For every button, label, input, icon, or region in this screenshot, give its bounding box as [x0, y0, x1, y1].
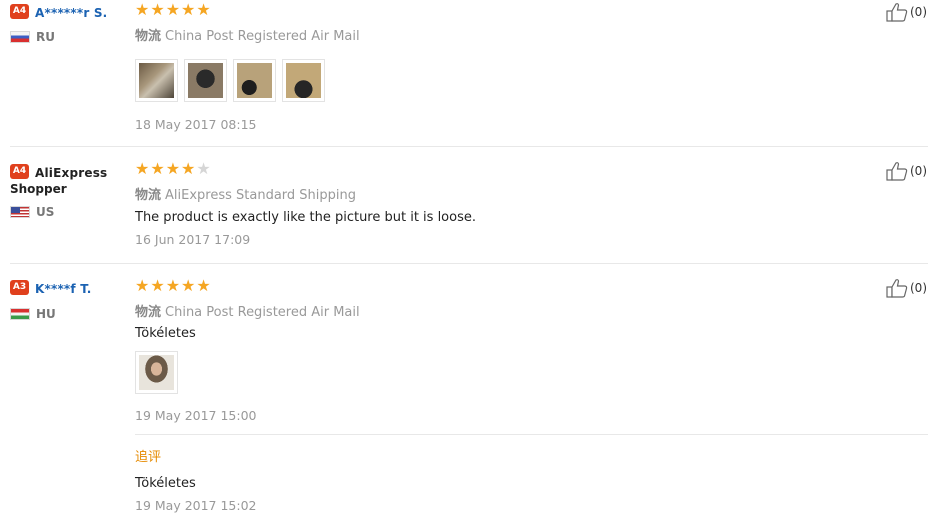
shipping-label: 物流 — [135, 188, 162, 203]
shipping-info: 物流 China Post Registered Air Mail — [135, 25, 835, 44]
thumbs-up-icon — [886, 162, 908, 181]
country-code: US — [36, 205, 55, 219]
country-code: RU — [36, 30, 55, 44]
star-filled-icon: ★ — [165, 159, 181, 178]
shipping-label: 物流 — [135, 29, 162, 44]
followup-review: 追评 Tökéletes 19 May 2017 15:02 — [135, 446, 835, 513]
star-empty-icon: ★ — [196, 159, 211, 178]
followup-divider — [135, 434, 928, 435]
followup-date: 19 May 2017 15:02 — [135, 498, 257, 513]
review-photos — [135, 59, 835, 102]
review-photos — [135, 351, 835, 394]
reviewer-info: A4 A******r S. RU — [10, 2, 128, 44]
star-filled-icon: ★ — [165, 276, 181, 295]
star-filled-icon: ★ — [181, 0, 196, 19]
helpful-button[interactable]: (0) — [886, 161, 927, 181]
star-filled-icon: ★ — [196, 0, 211, 19]
star-rating: ★ ★ ★ ★ ★ — [135, 161, 835, 177]
star-filled-icon: ★ — [196, 276, 211, 295]
helpful-button[interactable]: (0) — [886, 2, 927, 22]
shipping-method: China Post Registered Air Mail — [165, 29, 360, 44]
reviewer-name[interactable]: K****f T. — [35, 282, 92, 296]
shipping-method: AliExpress Standard Shipping — [165, 188, 357, 203]
star-filled-icon: ★ — [135, 276, 150, 295]
review-text: Tökéletes — [135, 326, 196, 341]
helpful-count: (0) — [910, 164, 927, 178]
shipping-info: 物流 AliExpress Standard Shipping — [135, 184, 835, 203]
thumbs-up-icon — [886, 279, 908, 298]
buyer-level-badge: A4 — [10, 4, 29, 19]
reviewer-info: A3 K****f T. HU — [10, 278, 128, 321]
review-content: ★ ★ ★ ★ ★ 物流 China Post Registered Air Mail 1… — [135, 2, 835, 132]
reviewer-name: AliExpress — [35, 166, 108, 180]
helpful-count: (0) — [910, 281, 927, 295]
star-filled-icon: ★ — [181, 276, 196, 295]
star-filled-icon: ★ — [150, 0, 165, 19]
helpful-button[interactable]: (0) — [886, 278, 927, 298]
review-content: ★ ★ ★ ★ ★ 物流 China Post Registered Air Mail T… — [135, 278, 835, 423]
reviewer-country: US — [10, 205, 128, 219]
helpful-count: (0) — [910, 5, 927, 19]
buyer-level-badge: A4 — [10, 164, 29, 179]
usa-flag-icon — [10, 206, 30, 218]
star-rating: ★ ★ ★ ★ ★ — [135, 2, 835, 18]
star-filled-icon: ★ — [150, 159, 165, 178]
shipping-label: 物流 — [135, 305, 162, 320]
shipping-info: 物流 China Post Registered Air Mail — [135, 301, 835, 320]
reviewer-name[interactable]: A******r S. — [35, 6, 107, 20]
review-text: The product is exactly like the picture … — [135, 210, 476, 225]
star-filled-icon: ★ — [135, 0, 150, 19]
star-filled-icon: ★ — [181, 159, 196, 178]
followup-label: 追评 — [135, 450, 162, 465]
product-photo-thumbnail[interactable] — [282, 59, 325, 102]
reviewer-country: HU — [10, 307, 128, 321]
review-date: 16 Jun 2017 17:09 — [135, 232, 251, 247]
product-photo-thumbnail[interactable] — [135, 59, 178, 102]
buyer-photo-thumbnail[interactable] — [135, 351, 178, 394]
product-photo-thumbnail[interactable] — [233, 59, 276, 102]
review-date: 19 May 2017 15:00 — [135, 408, 257, 423]
review-divider — [10, 263, 928, 264]
reviewer-name-line2: Shopper — [10, 182, 67, 196]
star-filled-icon: ★ — [135, 159, 150, 178]
russia-flag-icon — [10, 31, 30, 43]
country-code: HU — [36, 307, 56, 321]
review-divider — [10, 146, 928, 147]
review-date: 18 May 2017 08:15 — [135, 117, 257, 132]
star-filled-icon: ★ — [150, 276, 165, 295]
reviewer-country: RU — [10, 30, 128, 44]
star-filled-icon: ★ — [165, 0, 181, 19]
followup-text: Tökéletes — [135, 476, 196, 491]
product-photo-thumbnail[interactable] — [184, 59, 227, 102]
review-content: ★ ★ ★ ★ ★ 物流 AliExpress Standard Shipping The… — [135, 161, 835, 248]
thumbs-up-icon — [886, 3, 908, 22]
reviewer-info: A4 AliExpress Shopper US — [10, 162, 128, 219]
buyer-level-badge: A3 — [10, 280, 29, 295]
star-rating: ★ ★ ★ ★ ★ — [135, 278, 835, 294]
hungary-flag-icon — [10, 308, 30, 320]
shipping-method: China Post Registered Air Mail — [165, 305, 360, 320]
